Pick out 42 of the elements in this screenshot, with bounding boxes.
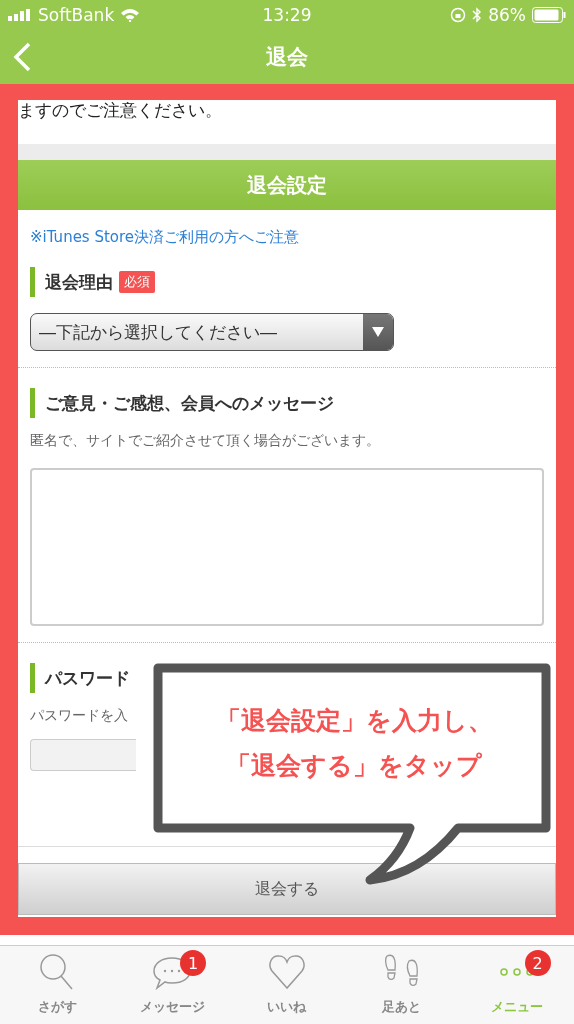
password-input[interactable]: [30, 739, 136, 771]
tab-item[interactable]: 足あと: [344, 946, 460, 1024]
callout-text: 「退会する」をタップ: [226, 750, 482, 782]
tab-label: メニュー: [490, 998, 543, 1016]
tab-item[interactable]: 1 メッセージ: [114, 946, 230, 1024]
heart-icon: [267, 952, 307, 992]
battery-percent: 86%: [488, 5, 526, 25]
field-label: ご意見・ご感想、会員へのメッセージ: [45, 391, 334, 415]
tab-label: 足あと: [382, 998, 422, 1016]
label-accent-bar: [30, 267, 35, 297]
required-badge: 必須: [119, 271, 155, 293]
battery-icon: [532, 7, 566, 23]
withdraw-button[interactable]: 退会する: [18, 863, 556, 915]
dropdown-arrow-icon: [372, 327, 384, 337]
tab-item[interactable]: いいね: [229, 946, 345, 1024]
itunes-notice-link[interactable]: ※iTunes Store決済ご利用の方へご注意: [30, 228, 544, 247]
page-title: 退会: [266, 44, 308, 71]
field-label: 退会理由: [45, 270, 113, 294]
label-accent-bar: [30, 663, 35, 693]
reason-dropdown[interactable]: ―下記から選択してください―: [30, 313, 394, 351]
tab-label: さがす: [37, 998, 77, 1016]
carrier-name: SoftBank: [38, 5, 115, 25]
field-hint: 匿名で、サイトでご紹介させて頂く場合がございます。: [30, 432, 380, 450]
tab-item[interactable]: 2 メニュー: [459, 946, 574, 1024]
notice-text: ますのでご注意ください。: [18, 100, 223, 120]
tab-label: メッセージ: [139, 998, 205, 1016]
tab-item[interactable]: さがす: [0, 946, 115, 1024]
rotation-lock-icon: [450, 7, 467, 23]
field-label: パスワード: [45, 666, 130, 690]
signal-icon: [8, 9, 32, 21]
message-textarea[interactable]: [30, 468, 544, 626]
tab-label: いいね: [267, 998, 307, 1016]
wifi-icon: [120, 8, 141, 22]
label-accent-bar: [30, 388, 35, 418]
section-title: 退会設定: [247, 171, 327, 199]
count-badge: 2: [524, 950, 551, 976]
field-hint: パスワードを入: [30, 707, 128, 725]
clock-time: 13:29: [262, 5, 312, 25]
callout-text: 「退会設定」を入力し、: [215, 705, 493, 737]
bluetooth-icon: [472, 7, 483, 23]
count-badge: 1: [180, 950, 207, 976]
back-icon[interactable]: [12, 42, 32, 72]
